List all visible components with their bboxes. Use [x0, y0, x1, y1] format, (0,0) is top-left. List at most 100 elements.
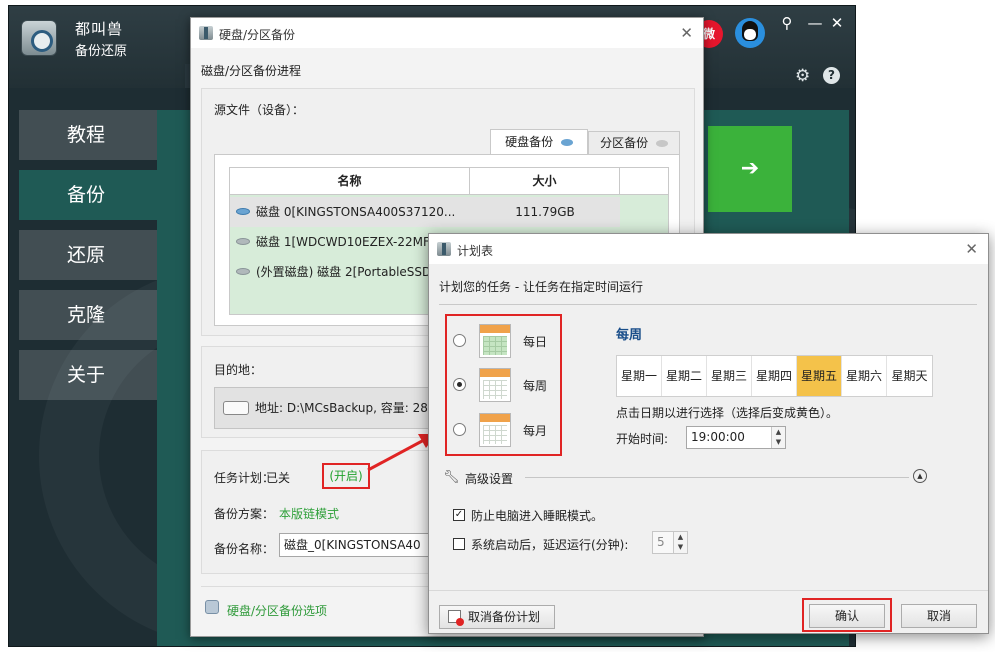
help-icon[interactable]: ? [823, 67, 840, 84]
minimize-button[interactable]: — [805, 14, 825, 32]
options-icon [205, 600, 219, 614]
close-icon[interactable]: ✕ [965, 240, 978, 258]
backup-name-label: 备份名称： [214, 542, 275, 556]
disk-icon [236, 208, 250, 215]
schedule-dialog: 计划表 ✕ 计划您的任务 - 让任务在指定时间运行 每日 每周 每月 每周 星期… [428, 233, 989, 634]
divider [439, 304, 977, 305]
sidebar-item-backup[interactable]: 备份 [19, 170, 157, 220]
drive-icon [223, 401, 249, 415]
dialog-titlebar: 硬盘/分区备份 ✕ [191, 18, 703, 48]
frequency-label: 每周 [523, 379, 548, 393]
frequency-monthly[interactable]: 每月 [453, 411, 558, 451]
table-header: 名称 大小 [230, 168, 668, 195]
calendar-icon [479, 413, 511, 447]
weekday-fri[interactable]: 星期五 [797, 356, 842, 396]
table-row[interactable]: 磁盘 0[KINGSTONSA400S37120... 111.79GB [230, 197, 620, 227]
destination-label: 目的地： [214, 363, 263, 377]
frequency-options: 每日 每周 每月 [445, 314, 562, 456]
cancel-plan-icon [448, 610, 464, 626]
dialog-subtitle: 计划您的任务 - 让任务在指定时间运行 [439, 280, 643, 294]
scheme-label: 备份方案： [214, 507, 275, 521]
delay-minutes-input[interactable]: 5 ▲ ▼ [652, 531, 688, 554]
dialog-title: 计划表 [457, 244, 494, 258]
app-logo-icon [21, 20, 57, 56]
tab-disk-backup[interactable]: 硬盘备份 [490, 129, 588, 155]
weekday-tue[interactable]: 星期二 [662, 356, 707, 396]
qq-icon[interactable] [735, 18, 765, 48]
cancel-backup-plan-button[interactable]: 取消备份计划 [439, 605, 555, 629]
frequency-label: 每月 [523, 424, 548, 438]
button-label: 取消备份计划 [467, 610, 540, 624]
close-icon[interactable]: ✕ [680, 24, 693, 42]
weekly-heading: 每周 [616, 328, 643, 343]
close-button[interactable]: ✕ [827, 14, 847, 32]
column-header-size[interactable]: 大小 [470, 168, 620, 195]
app-name: 都叫兽 [75, 20, 124, 38]
delay-minutes-value: 5 [657, 535, 665, 549]
frequency-label: 每日 [523, 335, 548, 349]
weekday-selector: 星期一 星期二 星期三 星期四 星期五 星期六 星期天 [616, 355, 933, 397]
weekday-sun[interactable]: 星期天 [887, 356, 932, 396]
prevent-sleep-label: 防止电脑进入睡眠模式。 [471, 509, 604, 523]
dialog-titlebar: 计划表 ✕ [429, 234, 988, 264]
sidebar-item-restore[interactable]: 还原 [19, 230, 157, 280]
weekday-mon[interactable]: 星期一 [617, 356, 662, 396]
next-arrow-button[interactable]: ➔ [708, 126, 792, 212]
sidebar: 教程 备份 还原 克隆 关于 [19, 110, 157, 410]
disk-icon [236, 268, 250, 275]
sidebar-item-tutorial[interactable]: 教程 [19, 110, 157, 160]
weekday-wed[interactable]: 星期三 [707, 356, 752, 396]
delay-start-checkbox[interactable] [453, 538, 465, 550]
disk-name: 磁盘 0[KINGSTONSA400S37120... [256, 205, 456, 219]
partition-icon [655, 140, 668, 147]
weekday-thu[interactable]: 星期四 [752, 356, 797, 396]
destination-value: 地址: D:\MCsBackup, 容量: 28 [255, 401, 428, 415]
weekday-hint: 点击日期以进行选择（选择后变成黄色）。 [616, 406, 839, 420]
schedule-enable-link[interactable]: (开启) [322, 463, 370, 489]
scheme-link[interactable]: 本版链模式 [279, 505, 339, 522]
sidebar-item-about[interactable]: 关于 [19, 350, 157, 400]
backup-options-link[interactable]: 硬盘/分区备份选项 [227, 602, 327, 619]
sidebar-item-clone[interactable]: 克隆 [19, 290, 157, 340]
schedule-label: 任务计划： [214, 471, 275, 485]
app-icon [199, 26, 213, 40]
divider [429, 590, 988, 591]
advanced-settings-label: 高级设置 [465, 472, 514, 486]
time-spinner[interactable]: ▲ ▼ [771, 427, 785, 448]
disk-icon [236, 238, 250, 245]
cancel-button[interactable]: 取消 [901, 604, 977, 628]
gear-icon[interactable]: ⚙ [795, 66, 810, 86]
divider [525, 477, 909, 478]
app-icon [437, 242, 451, 256]
column-header-name[interactable]: 名称 [230, 168, 470, 195]
start-time-value: 19:00:00 [691, 430, 745, 444]
tab-partition-backup[interactable]: 分区备份 [588, 131, 680, 155]
weekday-sat[interactable]: 星期六 [842, 356, 887, 396]
collapse-icon[interactable]: ▲ [913, 469, 927, 483]
schedule-state: 已关 [266, 471, 291, 485]
frequency-daily[interactable]: 每日 [453, 322, 558, 362]
prevent-sleep-checkbox[interactable]: ✓ [453, 509, 465, 521]
radio-daily[interactable] [453, 334, 466, 347]
app-subtitle: 备份还原 [75, 44, 128, 59]
start-time-input[interactable]: 19:00:00 ▲ ▼ [686, 426, 786, 449]
section-heading: 磁盘/分区备份进程 [201, 64, 302, 78]
start-time-label: 开始时间: [616, 432, 669, 446]
frequency-weekly[interactable]: 每周 [453, 366, 558, 406]
tab-label: 硬盘备份 [505, 135, 554, 149]
source-label: 源文件（设备）： [214, 103, 305, 117]
radio-weekly[interactable] [453, 378, 466, 391]
delay-start-label: 系统启动后，延迟运行(分钟): [471, 538, 629, 552]
dialog-title: 硬盘/分区备份 [219, 28, 296, 42]
tab-label: 分区备份 [600, 136, 649, 150]
calendar-icon [479, 368, 511, 402]
calendar-icon [479, 324, 511, 358]
delay-spinner[interactable]: ▲ ▼ [673, 532, 687, 553]
disk-size: 111.79GB [515, 205, 575, 219]
backup-name-input[interactable]: 磁盘_0[KINGSTONSA40 [279, 533, 439, 557]
radio-monthly[interactable] [453, 423, 466, 436]
disk-icon [560, 139, 573, 146]
pin-icon[interactable]: ⚲ [777, 14, 797, 32]
ok-button[interactable]: 确认 [809, 604, 885, 628]
wrench-icon: 🔧︎ [443, 470, 460, 485]
